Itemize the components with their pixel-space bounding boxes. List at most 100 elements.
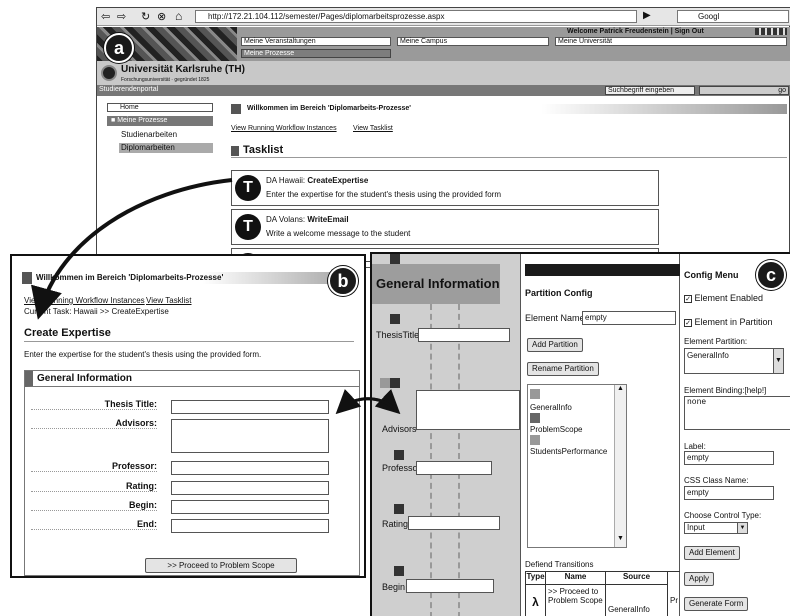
general-info-header: General Information <box>25 371 359 387</box>
menu-universitaet[interactable]: Meine Universität <box>555 37 787 46</box>
sidebar-home[interactable]: Home <box>107 103 213 112</box>
field-label-advisors: Advisors: <box>31 418 157 429</box>
form-panel: Willkommen im Bereich 'Diplomarbeits-Pro… <box>10 254 366 578</box>
form-link-tasklist[interactable]: View Tasklist <box>146 296 192 305</box>
control-type-label: Choose Control Type: <box>684 511 762 520</box>
general-info-title: General Information <box>37 373 133 384</box>
partition-item[interactable]: GeneralInfo <box>530 403 572 412</box>
form-title: Create Expertise <box>24 327 354 342</box>
partition-config: Partition Config Element Name empty Add … <box>520 254 685 616</box>
canvas-marker <box>394 566 404 576</box>
element-name-input[interactable]: empty <box>582 311 676 325</box>
th-type: Type <box>526 572 546 585</box>
uni-logo-icon <box>101 65 117 81</box>
partition-marker <box>530 413 540 423</box>
partition-list-scrollbar[interactable]: ▲ ▼ <box>614 385 626 547</box>
th-source: Source <box>606 572 668 585</box>
designer-panel: General Information ThesisTitle Advisors… <box>370 252 790 616</box>
tasklist-heading: Tasklist <box>231 144 787 158</box>
checkbox-checked-icon: ✓ <box>684 319 692 327</box>
add-element-button[interactable]: Add Element <box>684 546 740 560</box>
apply-button[interactable]: Apply <box>684 572 715 586</box>
config-menu: Config Menu ✓ Element Enabled ✓ Element … <box>680 254 790 616</box>
partition-title: Partition Config <box>525 288 593 298</box>
chevron-down-icon[interactable]: ▼ <box>737 523 747 533</box>
control-type-select[interactable]: Input ▼ <box>684 522 748 534</box>
chevron-down-icon[interactable]: ▼ <box>773 349 783 373</box>
advisors-input[interactable] <box>171 419 329 453</box>
task-card-2[interactable]: T DA Volans: WriteEmail Write a welcome … <box>231 209 659 245</box>
marker-a: a <box>104 33 134 63</box>
element-enabled-checkbox[interactable]: ✓ Element Enabled <box>684 293 763 303</box>
designer-canvas: General Information ThesisTitle Advisors… <box>372 254 520 616</box>
link-tasklist[interactable]: View Tasklist <box>353 125 393 132</box>
form-link-running-instances[interactable]: View Running Workflow Instances <box>24 296 145 305</box>
task-desc: Write a welcome message to the student <box>266 229 411 238</box>
menu-prozesse[interactable]: Meine Prozesse <box>241 49 391 58</box>
address-bar[interactable]: http://172.21.104.112/semester/Pages/dip… <box>195 10 637 23</box>
add-partition-button[interactable]: Add Partition <box>527 338 583 352</box>
partition-marker <box>530 435 540 445</box>
element-in-partition-checkbox[interactable]: ✓ Element in Partition <box>684 317 773 327</box>
partition-topbar <box>525 264 681 276</box>
main-banner: Willkommen im Bereich 'Diplomarbeits-Pro… <box>231 104 787 114</box>
partition-item[interactable]: ProblemScope <box>530 425 582 434</box>
label-input[interactable]: empty <box>684 451 774 465</box>
proceed-button[interactable]: >> Proceed to Problem Scope <box>145 558 297 573</box>
td-source: GeneralInfo <box>606 585 668 616</box>
sidebar-section[interactable]: ■ Meine Prozesse <box>107 116 213 126</box>
tasklist-marker <box>231 146 239 156</box>
go-icon[interactable]: ▶ <box>643 10 651 21</box>
rename-partition-button[interactable]: Rename Partition <box>527 362 599 376</box>
menu-veranstaltungen[interactable]: Meine Veranstaltungen <box>241 37 391 46</box>
partition-item[interactable]: StudentsPerformance <box>530 447 607 456</box>
begin-input[interactable] <box>171 500 329 514</box>
thesis-title-input[interactable] <box>171 400 329 414</box>
partition-marker <box>530 389 540 399</box>
element-binding-textarea[interactable]: none <box>684 396 790 430</box>
scroll-down-icon[interactable]: ▼ <box>617 535 624 542</box>
canvas-rating-input[interactable] <box>408 516 500 530</box>
sidebar-item-studienarbeiten[interactable]: Studienarbeiten <box>121 130 177 139</box>
reload-icon[interactable]: ↻ <box>141 10 150 23</box>
transitions-title: Defiend Transitions <box>525 560 594 569</box>
label-value: empty <box>687 453 709 462</box>
marker-b: b <box>328 266 358 296</box>
canvas-professor-input[interactable] <box>416 461 492 475</box>
welcome-text[interactable]: Welcome Patrick Freudenstein | Sign Out <box>567 28 704 35</box>
rating-input[interactable] <box>171 481 329 495</box>
search-box[interactable]: Googl <box>677 10 789 23</box>
university-sub: Forschungsuniversität · gegründet 1825 <box>121 77 210 83</box>
forward-icon[interactable]: ⇨ <box>117 10 126 23</box>
stop-icon[interactable]: ⊗ <box>157 10 166 23</box>
canvas-advisors-input[interactable] <box>416 390 520 430</box>
canvas-thesistitle-input[interactable] <box>418 328 510 342</box>
css-class-input[interactable]: empty <box>684 486 774 500</box>
sidebar-item-label: Studienarbeiten <box>121 130 178 139</box>
canvas-begin-input[interactable] <box>406 579 494 593</box>
home-icon[interactable]: ⌂ <box>175 9 182 23</box>
menu-campus[interactable]: Meine Campus <box>397 37 549 46</box>
form-intro: Enter the expertise for the student's th… <box>24 350 262 359</box>
element-partition-label: Element Partition: <box>684 337 748 346</box>
link-running-instances[interactable]: View Running Workflow Instances <box>231 125 337 132</box>
element-name-value: empty <box>585 313 607 322</box>
css-class-label: CSS Class Name: <box>684 476 749 485</box>
generate-form-button[interactable]: Generate Form <box>684 597 749 611</box>
end-input[interactable] <box>171 519 329 533</box>
task-card-1[interactable]: T DA Hawaii: CreateExpertise Enter the e… <box>231 170 659 206</box>
portal-search-input[interactable]: Suchbegriff eingeben <box>605 86 695 95</box>
task-name[interactable]: CreateExpertise <box>307 176 368 185</box>
professor-input[interactable] <box>171 461 329 475</box>
task-name[interactable]: WriteEmail <box>307 215 348 224</box>
general-info-box: General Information Thesis Title: Adviso… <box>24 370 360 576</box>
field-label-professor: Professor: <box>31 461 157 472</box>
scroll-up-icon[interactable]: ▲ <box>617 385 624 392</box>
canvas-marker <box>390 314 400 324</box>
portal-search-go[interactable]: go <box>699 86 789 95</box>
element-partition-select[interactable]: GeneralInfo ▼ <box>684 348 784 374</box>
sidebar-item-diplomarbeiten[interactable]: Diplomarbeiten <box>119 143 213 153</box>
back-icon[interactable]: ⇦ <box>101 10 110 23</box>
transitions-table: Type Name Source λ >> Proceed to Problem… <box>525 571 685 616</box>
partition-list[interactable]: GeneralInfo ProblemScope StudentsPerform… <box>527 384 627 548</box>
